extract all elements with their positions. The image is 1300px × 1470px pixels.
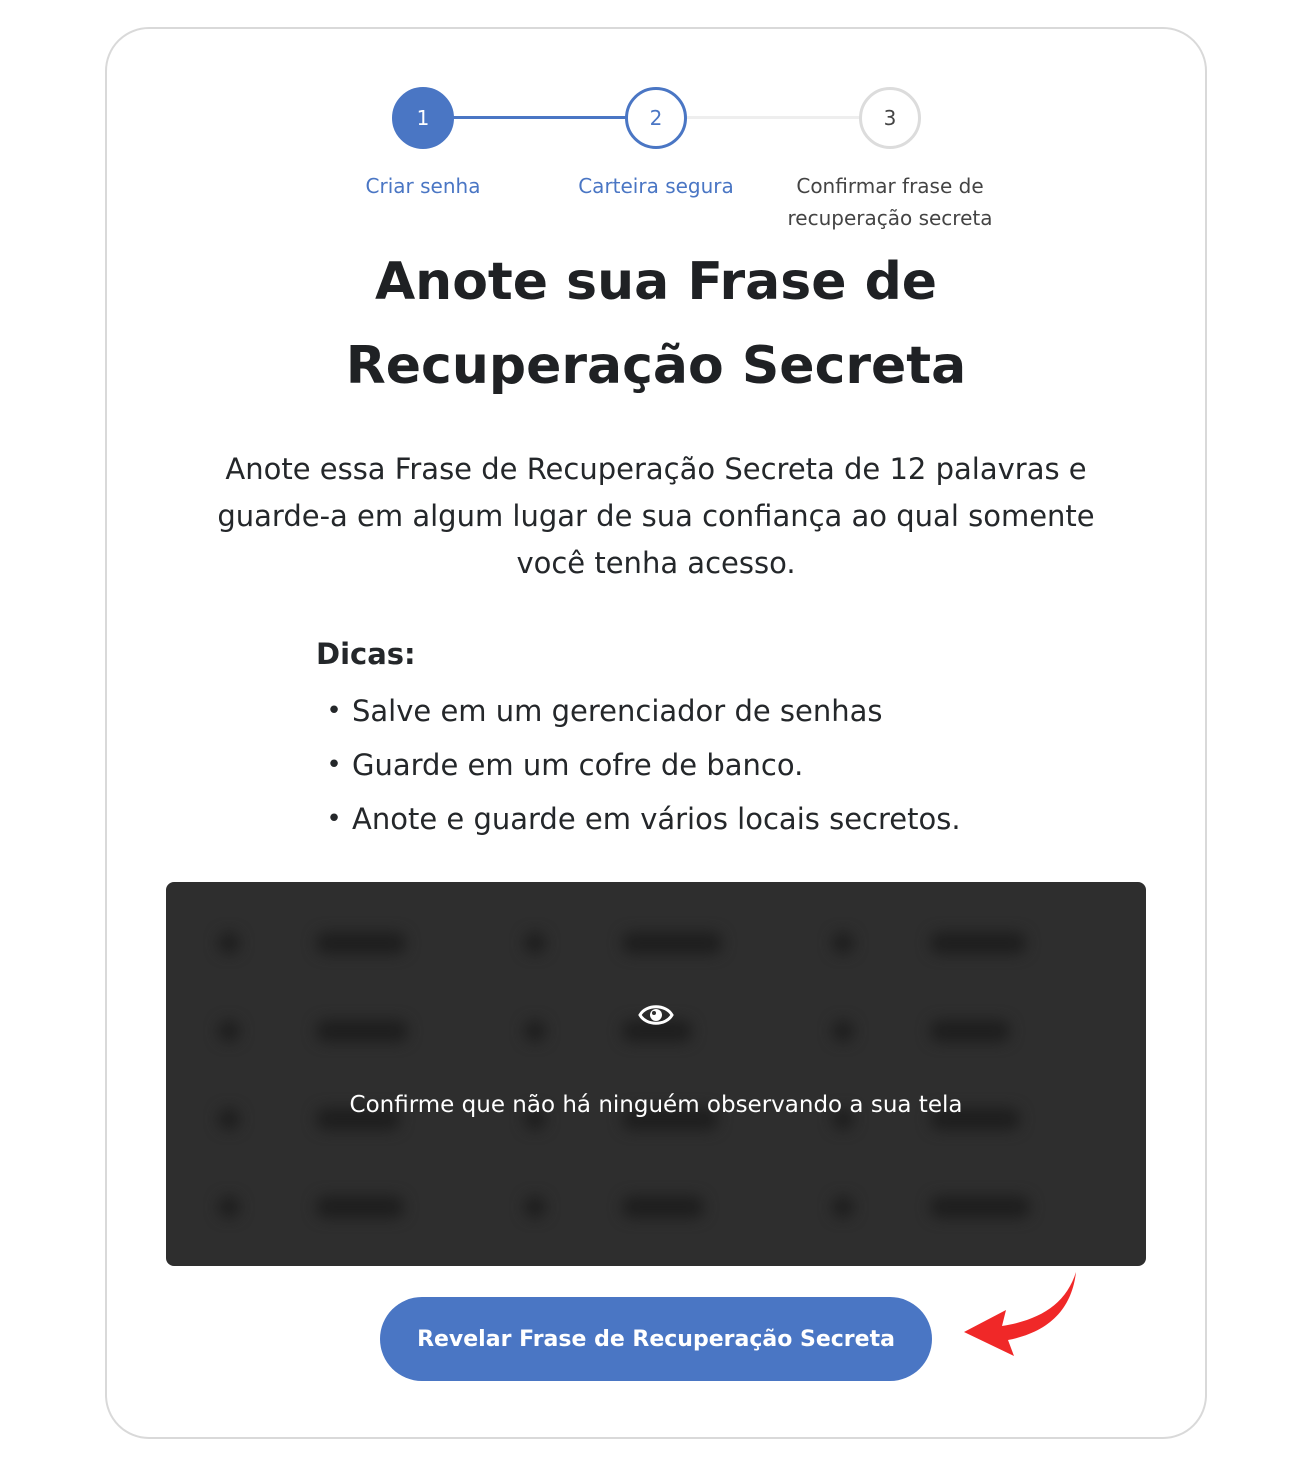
step-1-number: 1 [416, 106, 430, 130]
tip-text: Salve em um gerenciador de senhas [352, 694, 883, 728]
blurred-word [622, 1196, 704, 1218]
blurred-phrase-grid [166, 882, 1146, 1266]
tips-list: • Salve em um gerenciador de senhas • Gu… [316, 684, 961, 846]
blurred-word-number [832, 1196, 854, 1218]
blurred-word [622, 932, 722, 954]
page-title-line2: Recuperação Secreta [345, 336, 967, 396]
stepper-line-completed [423, 116, 656, 119]
eye-icon[interactable] [638, 1002, 674, 1028]
tip-text: Guarde em um cofre de banco. [352, 748, 804, 782]
blurred-word [930, 1020, 1010, 1042]
page-title-line1: Anote sua Frase de [374, 252, 938, 312]
tip-item: • Guarde em um cofre de banco. [316, 738, 961, 792]
step-2-circle: 2 [625, 87, 687, 149]
step-3-circle: 3 [859, 87, 921, 149]
step-2-number: 2 [649, 106, 663, 130]
tip-item: • Salve em um gerenciador de senhas [316, 684, 961, 738]
blurred-word-number [524, 1196, 546, 1218]
blurred-word-number [524, 1020, 546, 1042]
blurred-word-number [524, 932, 546, 954]
page-title: Anote sua Frase de Recuperação Secreta [200, 240, 1112, 408]
bullet-icon: • [326, 750, 342, 780]
step-3-number: 3 [883, 106, 897, 130]
blurred-word [930, 932, 1026, 954]
instructions-line2: guarde-a em algum lugar de sua confiança… [217, 499, 1095, 533]
reveal-phrase-button[interactable]: Revelar Frase de Recuperação Secreta [380, 1297, 932, 1381]
step-3-label-line1: Confirmar frase de [796, 174, 984, 198]
tips-heading: Dicas: [316, 637, 416, 671]
step-2-label: Carteira segura [578, 174, 734, 198]
blurred-word-number [832, 932, 854, 954]
blurred-word [316, 1196, 404, 1218]
tip-item: • Anote e guarde em vários locais secret… [316, 792, 961, 846]
instructions-line3: você tenha acesso. [516, 546, 796, 580]
blurred-word-number [218, 932, 240, 954]
instructions-text: Anote essa Frase de Recuperação Secreta … [170, 446, 1142, 587]
blurred-word-number [218, 1196, 240, 1218]
blurred-word-number [832, 1020, 854, 1042]
privacy-warning-text: Confirme que não há ninguém observando a… [349, 1092, 963, 1118]
bullet-icon: • [326, 804, 342, 834]
instructions-line1: Anote essa Frase de Recuperação Secreta … [225, 452, 1087, 486]
red-curved-arrow-icon [964, 1272, 1076, 1356]
blurred-word [930, 1196, 1030, 1218]
step-3-label: Confirmar frase de recuperação secreta [770, 170, 1010, 234]
blurred-word [316, 932, 406, 954]
tip-text: Anote e guarde em vários locais secretos… [352, 802, 961, 836]
blurred-word [316, 1020, 408, 1042]
bullet-icon: • [326, 696, 342, 726]
secret-phrase-box[interactable]: Confirme que não há ninguém observando a… [166, 882, 1146, 1266]
blurred-word-number [218, 1020, 240, 1042]
step-1-circle: 1 [392, 87, 454, 149]
step-1-label: Criar senha [365, 174, 481, 198]
stepper-line-pending [656, 116, 890, 119]
progress-stepper: 1 2 3 Criar senha Carteira segura Confir… [0, 0, 1300, 240]
step-3-label-line2: recuperação secreta [787, 206, 993, 230]
